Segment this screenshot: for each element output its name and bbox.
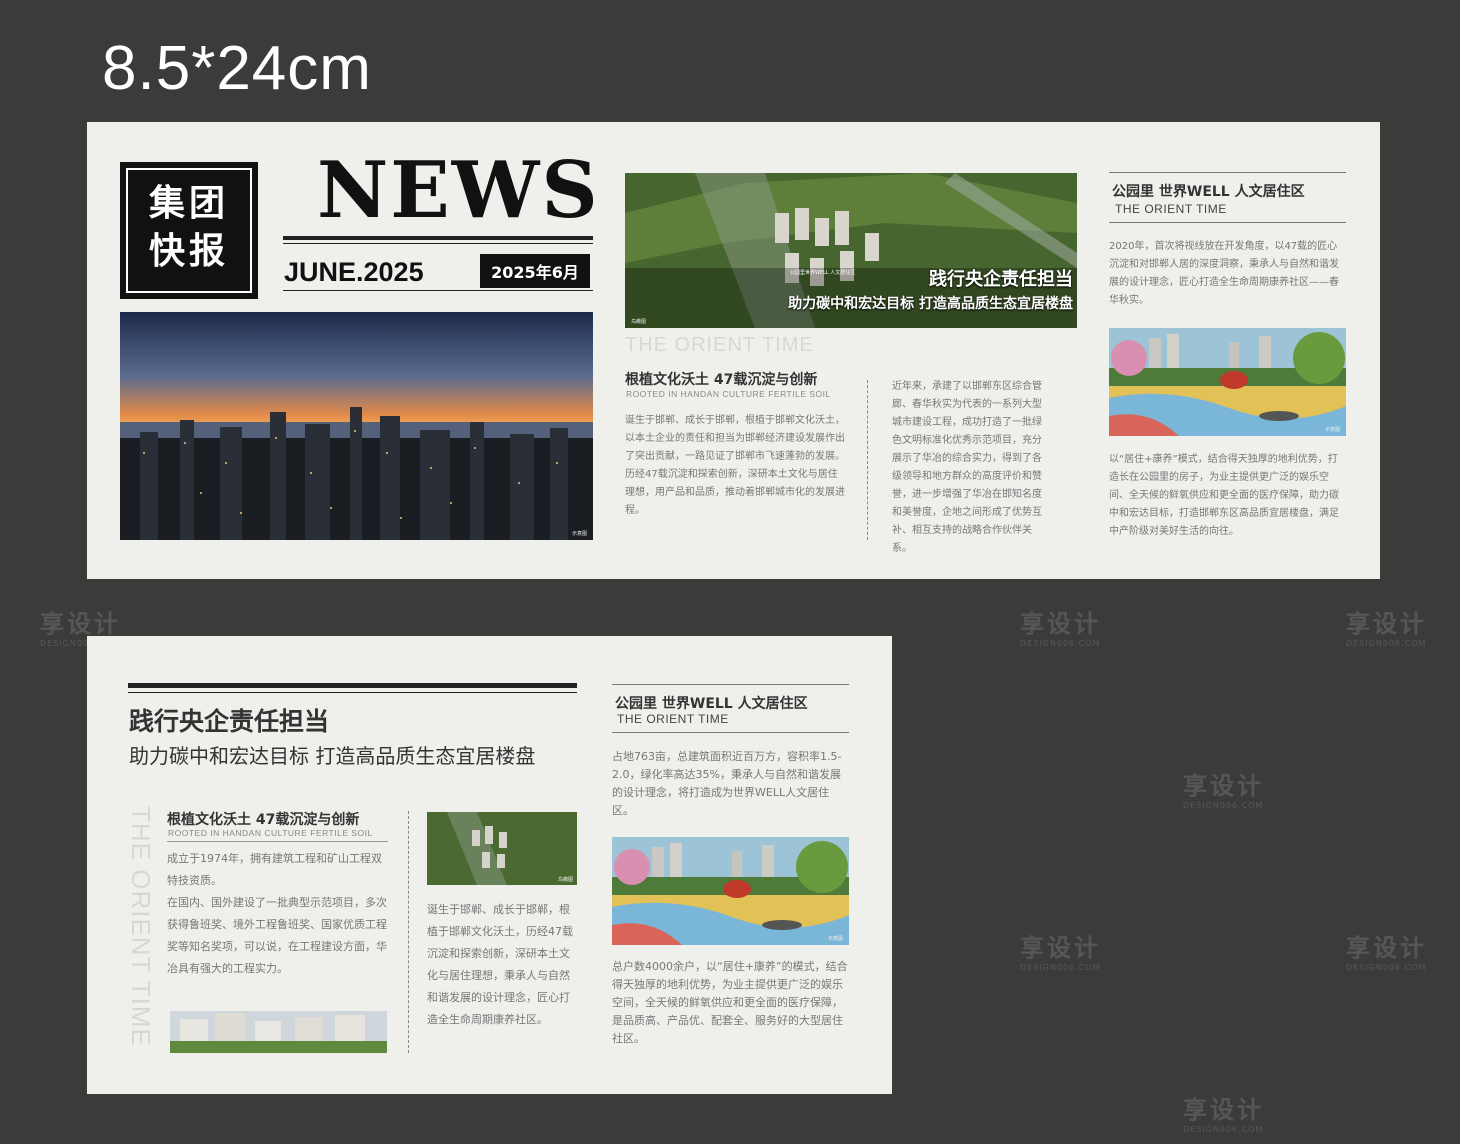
right-paragraph-1: 占地763亩，总建筑面积近百万方，容积率1.5-2.0，绿化率高达35%，秉承人… [612, 750, 842, 817]
watermark-en: DESIGN006.COM [1183, 1125, 1264, 1134]
article-column-2: 近年来，承建了以邯郸东区综合管廊、春华秋实为代表的一系列大型城市建设工程，成功打… [892, 378, 1047, 558]
playground-caption: 示意图 [1324, 427, 1340, 433]
article-col1-paragraph: 历经47载沉淀和探索创新，深研本土文化与居住理想，用产品和品质，推动着邯郸城市化… [625, 469, 845, 516]
article-paragraph: 成立于1974年，拥有建筑工程和矿山工程双特技资质。 [167, 852, 382, 887]
masthead-logo: 集团 快报 [120, 162, 258, 299]
aerial-headline: 践行央企责任担当 [929, 269, 1073, 290]
date-english: JUNE.2025 [284, 257, 424, 287]
aerial-subheadline: 助力碳中和宏达目标 打造高品质生态宜居楼盘 [788, 296, 1073, 312]
aerial-thumbnail: 鸟瞰图 [427, 812, 577, 885]
watermark: 享设计 DESIGN006.COM [1183, 1090, 1264, 1134]
watermark-cn: 享设计 [1183, 1096, 1264, 1124]
watermark: 享设计 DESIGN006.COM [1020, 928, 1101, 972]
article-rule [167, 841, 388, 842]
watermark-cn: 享设计 [1183, 772, 1264, 800]
size-label: 8.5*24cm [102, 34, 372, 103]
right-paragraph-2: 以“居住+康养”模式，结合得天独厚的地利优势，打造长在公园里的房子，为业主提供更… [1109, 454, 1339, 537]
column-divider [867, 380, 868, 540]
aerial-caption: 鸟瞰图 [631, 319, 647, 325]
masthead-rule-thick [283, 236, 593, 240]
right-top-rule [612, 684, 849, 685]
watermark-en: DESIGN006.COM [1020, 639, 1101, 648]
title-rule-thin [128, 692, 577, 693]
aerial-render-banner: 践行央企责任担当 助力碳中和宏达目标 打造高品质生态宜居楼盘 鸟瞰图 公园里世界… [625, 173, 1077, 328]
watermark-cn: 享设计 [1346, 610, 1427, 638]
playground-photo: 示意图 [612, 837, 849, 945]
article-title: 根植文化沃土 47载沉淀与创新 [167, 812, 360, 828]
masthead-rule-thin [283, 243, 593, 244]
watermark-cn: 享设计 [1020, 934, 1101, 962]
masthead-line1: 集团 [148, 183, 229, 224]
news-wordmark: NEWS [317, 145, 600, 236]
right-subtitle: THE ORIENT TIME [617, 712, 729, 726]
watermark-en: DESIGN006.COM [1346, 963, 1427, 972]
date-chinese-badge: 2025年6月 [480, 254, 590, 288]
watermark-en: DESIGN006.COM [1346, 639, 1427, 648]
masthead-line2: 快报 [148, 231, 229, 272]
aerial-thumbnail-caption: 鸟瞰图 [557, 877, 573, 883]
right-paragraph-2: 总户数4000余户，以“居住+康养”的模式，结合得天独厚的地利优势，为业主提供更… [612, 960, 848, 1045]
right-paragraph-1: 2020年，首次将视线放在开发角度，以47载的匠心沉淀和对邯郸人居的深度洞察，秉… [1109, 241, 1339, 306]
buildings-photo [170, 1011, 387, 1053]
watermark: 享设计 DESIGN006.COM [1183, 766, 1264, 810]
playground-caption: 示意图 [827, 936, 843, 942]
watermark: 享设计 DESIGN006.COM [1346, 604, 1427, 648]
right-sub-rule [612, 732, 849, 733]
mid-column-text: 诞生于邯郸、成长于邯郸，根植于邯郸文化沃土，历经47载沉淀和探索创新，深研本土文… [427, 903, 573, 1026]
column-divider [408, 811, 409, 1053]
city-skyline-photo: 示意图 [120, 312, 593, 540]
date-rule [283, 290, 593, 291]
article-col2-paragraph: 近年来，承建了以邯郸东区综合管廊、春华秋实为代表的一系列大型城市建设工程，成功打… [892, 381, 1042, 554]
watermark: 享设计 DESIGN006.COM [1020, 604, 1101, 648]
title-rule-thick [128, 683, 577, 688]
playground-photo: 示意图 [1109, 328, 1346, 436]
aerial-sign: 公园里世界WELL 人文居住区 [790, 270, 856, 276]
right-subtitle: THE ORIENT TIME [1115, 202, 1227, 216]
watermark-en: DESIGN006.COM [1183, 801, 1264, 810]
article-column-1: 诞生于邯郸、成长于邯郸，根植于邯郸文化沃土，以本土企业的责任和担当为邯郸经济建设… [625, 412, 847, 520]
newsletter-panel-narrow: 践行央企责任担当 助力碳中和宏达目标 打造高品质生态宜居楼盘 THE ORIEN… [87, 636, 892, 1094]
watermark-en: DESIGN006.COM [1020, 963, 1101, 972]
orient-time-vertical-ghost: THE ORIENT TIME [126, 806, 156, 1047]
city-photo-caption: 示意图 [571, 531, 587, 537]
watermark: 享设计 DESIGN006.COM [1346, 928, 1427, 972]
newsletter-panel-wide: 集团 快报 NEWS JUNE.2025 2025年6月 示意图 践行央企责任担… [87, 122, 1380, 579]
watermark-cn: 享设计 [40, 610, 121, 638]
article-body: 成立于1974年，拥有建筑工程和矿山工程双特技资质。 在国内、国外建设了一批典型… [167, 848, 392, 980]
right-title: 公园里 世界WELL 人文居住区 [1112, 184, 1305, 200]
article-title: 根植文化沃土 47载沉淀与创新 [625, 372, 818, 388]
article-subtitle: ROOTED IN HANDAN CULTURE FERTILE SOIL [626, 389, 831, 399]
right-title: 公园里 世界WELL 人文居住区 [615, 696, 808, 712]
article-col1-paragraph: 诞生于邯郸、成长于邯郸，根植于邯郸文化沃土，以本土企业的责任和担当为邯郸经济建设… [625, 415, 845, 462]
article-paragraph: 在国内、国外建设了一批典型示范项目，多次获得鲁班奖、境外工程鲁班奖、国家优质工程… [167, 896, 387, 975]
right-sub-rule [1109, 222, 1346, 223]
page-subtitle: 助力碳中和宏达目标 打造高品质生态宜居楼盘 [129, 744, 536, 768]
orient-time-ghost-heading: THE ORIENT TIME [625, 334, 814, 356]
watermark-cn: 享设计 [1346, 934, 1427, 962]
watermark-cn: 享设计 [1020, 610, 1101, 638]
article-subtitle: ROOTED IN HANDAN CULTURE FERTILE SOIL [168, 828, 373, 838]
right-top-rule [1109, 172, 1346, 173]
page-title: 践行央企责任担当 [129, 707, 330, 736]
